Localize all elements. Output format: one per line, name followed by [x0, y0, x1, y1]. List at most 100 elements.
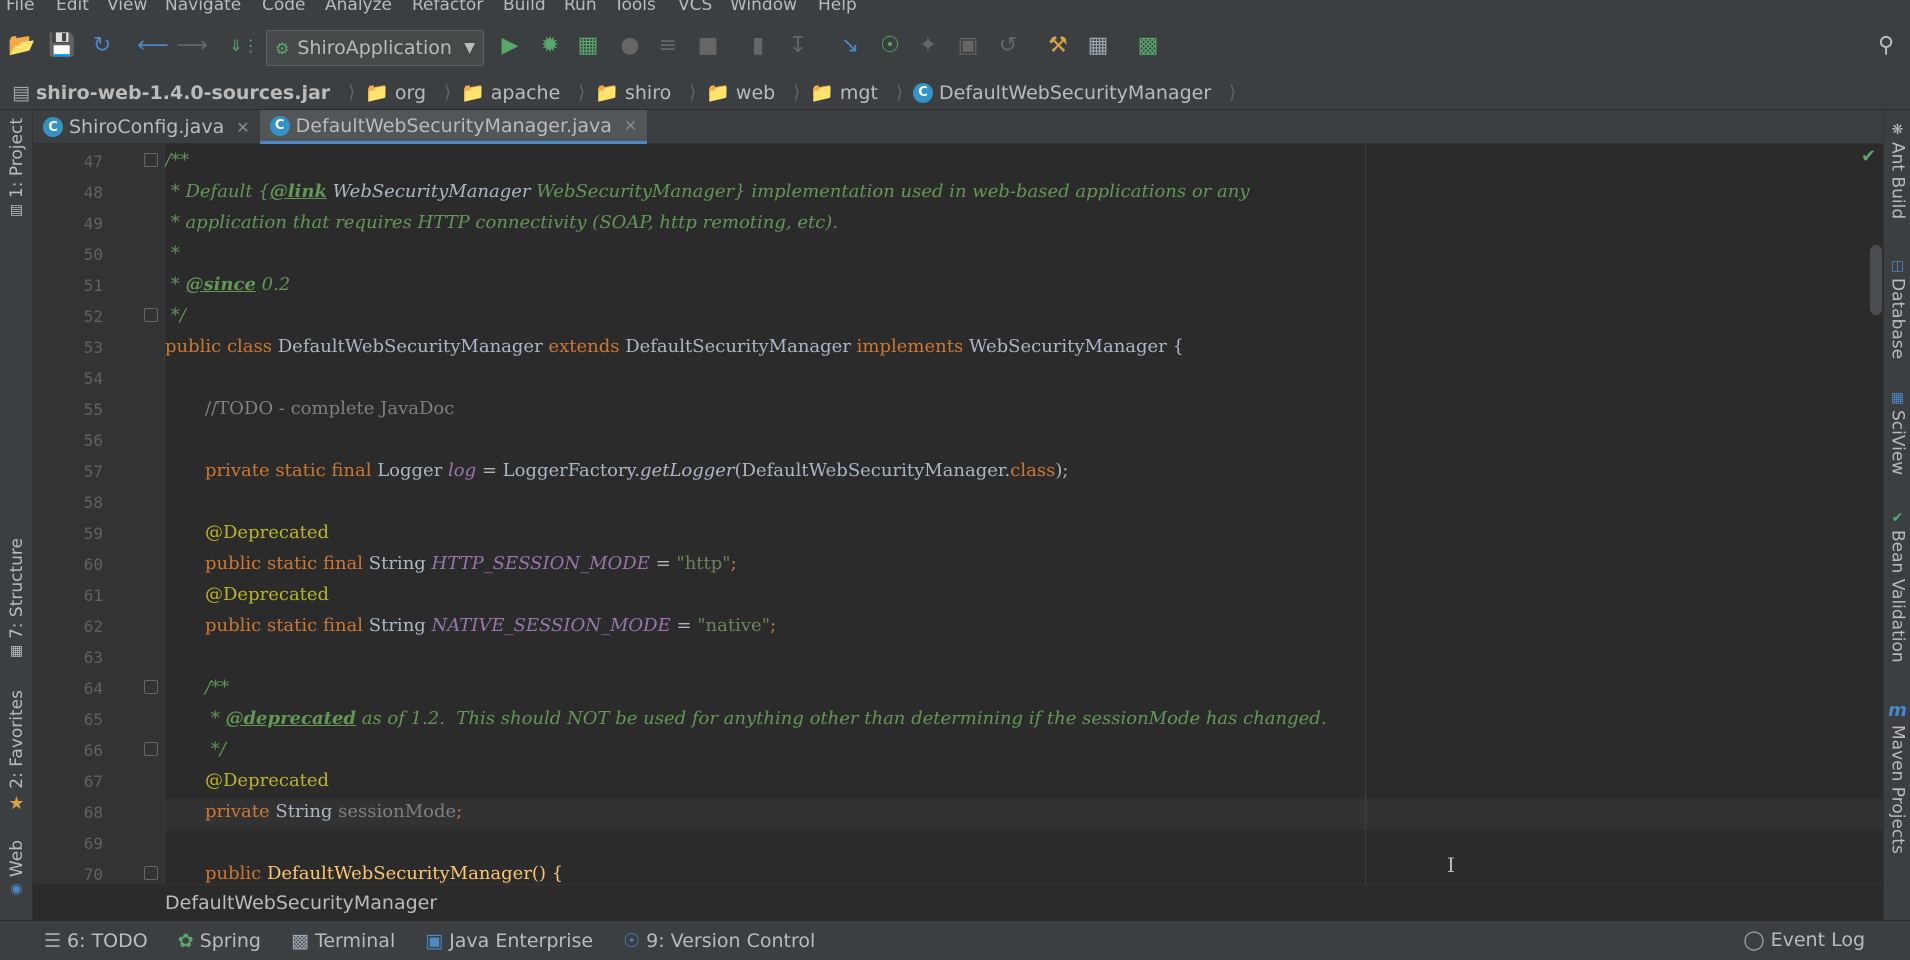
tool-database[interactable]: ◫ Database [1884, 258, 1910, 359]
toolbar: 📂 💾 ↻ ⟵ ⟶ ⇓⋮ ⚙ ShiroApplication ▼ ▶ ✹ ▦ … [0, 16, 1910, 82]
sync-icon[interactable]: ↻ [88, 32, 116, 60]
download-icon[interactable]: ↧ [784, 32, 812, 60]
todo-icon: ☰ [44, 929, 62, 952]
tool-java-enterprise[interactable]: ▣ Java Enterprise [425, 930, 593, 952]
coverage-icon[interactable]: ▦ [574, 32, 602, 60]
save-icon[interactable]: 💾 [48, 32, 76, 60]
menu-vcs[interactable]: VCS [678, 0, 712, 15]
tool-maven[interactable]: m Maven Projects [1884, 700, 1910, 854]
vcs-history-icon[interactable]: ▣ [954, 32, 982, 60]
breadcrumb-class[interactable]: C DefaultWebSecurityManager [912, 82, 1211, 104]
tool-sciview[interactable]: ▦ SciView [1884, 390, 1910, 475]
breadcrumb-separator: ⟩ [444, 82, 452, 103]
menu-run[interactable]: Run [564, 0, 597, 15]
breadcrumb-separator: ⟩ [1229, 82, 1237, 103]
code-line-49: * application that requires HTTP connect… [165, 212, 839, 233]
code-line-62: public static final String NATIVE_SESSIO… [205, 615, 777, 636]
tool-event-log[interactable]: ◯ Event Log [1743, 929, 1865, 951]
tool-favorites[interactable]: 2: Favorites ★ [0, 690, 33, 814]
breadcrumb-apache[interactable]: 📁 apache [461, 81, 560, 105]
forward-icon[interactable]: ⟶ [176, 32, 208, 60]
menu-navigate[interactable]: Navigate [165, 0, 241, 15]
breadcrumb-shiro[interactable]: 📁 shiro [595, 81, 671, 105]
line-number: 58 [83, 493, 103, 512]
breadcrumb-mgt[interactable]: 📁 mgt [810, 81, 878, 105]
code-line-67: @Deprecated [205, 770, 330, 791]
back-icon[interactable]: ⟵ [137, 32, 169, 60]
breadcrumb-jar[interactable]: ▤ shiro-web-1.4.0-sources.jar [12, 82, 330, 104]
concurrency-icon[interactable]: ≡ [654, 32, 682, 60]
fold-marker-icon[interactable] [144, 680, 158, 694]
fold-marker-icon[interactable] [144, 742, 158, 756]
profile-icon[interactable]: ● [616, 32, 644, 60]
breadcrumb-separator: ⟩ [578, 82, 586, 103]
tab-defaultwebsecuritymanager[interactable]: C DefaultWebSecurityManager.java ✕ [259, 110, 648, 144]
class-icon: C [912, 82, 933, 103]
tool-terminal[interactable]: ▩ Terminal [291, 930, 395, 952]
folder-icon: 📁 [365, 82, 389, 104]
close-icon[interactable]: ✕ [236, 118, 249, 137]
menu-analyze[interactable]: Analyze [325, 0, 392, 15]
spring-boot-icon: ⚙ [275, 38, 290, 58]
close-icon[interactable]: ✕ [624, 116, 637, 135]
line-number: 62 [83, 617, 103, 636]
breadcrumb-org[interactable]: 📁 org [365, 81, 426, 105]
menu-window[interactable]: Window [730, 0, 797, 15]
menu-edit[interactable]: Edit [56, 0, 89, 15]
settings-wrench-icon[interactable]: ⚒ [1044, 32, 1072, 60]
attach-icon[interactable]: ▮ [744, 32, 772, 60]
tool-spring[interactable]: ✿ Spring [178, 930, 261, 952]
line-gutter: 47 48 49 50 51 52 53 54 55 56 57 58 59 6… [33, 144, 165, 884]
bean-icon: ✔ [1891, 510, 1904, 526]
search-icon[interactable]: ⚲ [1872, 32, 1900, 60]
right-tool-strip: ❋ Ant Build ◫ Database ▦ SciView ✔ Bean Vali… [1883, 110, 1910, 920]
code-line-65: * @deprecated as of 1.2. This should NOT… [205, 708, 1327, 729]
build-icon[interactable]: ⇓⋮ [229, 32, 258, 60]
line-number: 50 [83, 245, 103, 264]
project-icon: ▤ [9, 202, 24, 219]
line-number: 52 [83, 307, 103, 326]
open-folder-icon[interactable]: 📂 [8, 32, 36, 60]
tool-bean-validation[interactable]: ✔ Bean Validation [1884, 510, 1910, 663]
run-icon[interactable]: ▶ [496, 32, 524, 60]
vcs-push-icon[interactable]: ✦ [914, 32, 942, 60]
project-structure-icon[interactable]: ▦ [1084, 32, 1112, 60]
menu-file[interactable]: File [6, 0, 34, 15]
vcs-commit-icon[interactable]: ☉ [876, 32, 904, 60]
run-config-dropdown[interactable]: ⚙ ShiroApplication ▼ [266, 30, 484, 66]
tool-structure[interactable]: 7: Structure ▦ [0, 538, 33, 659]
code-line-64: /** [205, 677, 230, 698]
menu-help[interactable]: Help [818, 0, 857, 15]
debug-icon[interactable]: ✹ [536, 32, 564, 60]
java-enterprise-icon: ▣ [425, 929, 444, 952]
code-editor[interactable]: /** * Default {@link WebSecurityManager … [165, 144, 1883, 884]
vcs-update-icon[interactable]: ↘ [836, 32, 864, 60]
tool-ant-build[interactable]: ❋ Ant Build [1884, 122, 1910, 219]
menu-tools[interactable]: Tools [614, 0, 656, 15]
revert-icon[interactable]: ↺ [994, 32, 1022, 60]
menu-build[interactable]: Build [503, 0, 546, 15]
vertical-scrollbar[interactable] [1870, 245, 1882, 315]
tool-web[interactable]: Web ◉ [0, 840, 33, 897]
sdk-icon[interactable]: ▩ [1134, 32, 1162, 60]
folder-icon: 📁 [461, 82, 485, 104]
chevron-down-icon: ▼ [464, 40, 475, 56]
fold-marker-icon[interactable] [144, 153, 158, 167]
breadcrumb-web[interactable]: 📁 web [706, 81, 775, 105]
code-line-57: private static final Logger log = Logger… [205, 460, 1069, 481]
tool-version-control[interactable]: ☉ 9: Version Control [623, 930, 815, 952]
tool-todo[interactable]: ☰ 6: TODO [44, 930, 148, 952]
structure-breadcrumb-label[interactable]: DefaultWebSecurityManager [165, 892, 437, 914]
tab-shiroconfig[interactable]: C ShiroConfig.java ✕ [33, 110, 260, 144]
menu-view[interactable]: View [107, 0, 147, 15]
stop-icon[interactable]: ■ [694, 32, 722, 60]
fold-marker-icon[interactable] [144, 866, 158, 880]
line-number: 66 [83, 741, 103, 760]
inspection-ok-icon[interactable]: ✔ [1861, 146, 1876, 167]
menu-refactor[interactable]: Refactor [412, 0, 483, 15]
tool-project[interactable]: 1: Project ▤ [0, 118, 33, 218]
fold-marker-icon[interactable] [144, 308, 158, 322]
menu-code[interactable]: Code [262, 0, 306, 15]
line-number: 69 [83, 834, 103, 853]
code-line-47: /** [165, 150, 190, 171]
